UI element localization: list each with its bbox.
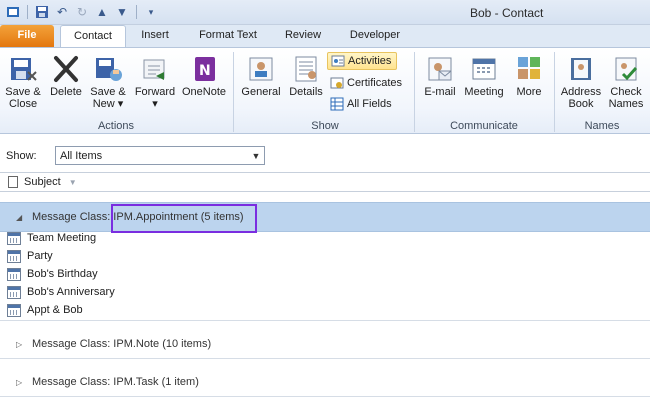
- save-close-button[interactable]: Save & Close: [4, 54, 42, 110]
- outlook-app-icon[interactable]: [4, 3, 22, 21]
- all-fields-button[interactable]: All Fields: [327, 95, 395, 113]
- save-icon[interactable]: [33, 3, 51, 21]
- appointment-icon: [7, 231, 21, 245]
- save-new-icon: [96, 58, 122, 81]
- qat-separator: [27, 5, 28, 19]
- email-icon: [428, 57, 452, 81]
- divider: [0, 358, 650, 359]
- list-item[interactable]: Party: [0, 247, 650, 265]
- document-icon: [8, 176, 18, 188]
- tab-insert[interactable]: Insert: [132, 25, 178, 47]
- onenote-icon: N: [195, 57, 215, 81]
- column-header[interactable]: Subject ▼: [0, 172, 650, 192]
- group-label-communicate: Communicate: [450, 120, 518, 132]
- qat-separator: [136, 5, 137, 19]
- ribbon-tabs: File Contact Insert Format Text Review D…: [0, 25, 650, 48]
- expand-triangle-icon[interactable]: ▷: [16, 378, 26, 387]
- window-title: Bob - Contact: [470, 6, 544, 20]
- appointment-icon: [7, 249, 21, 263]
- appointment-icon: [7, 303, 21, 317]
- list-item[interactable]: Bob's Anniversary: [0, 283, 650, 301]
- address-book-icon: [571, 58, 591, 80]
- save-new-button[interactable]: Save & New ▾: [88, 54, 128, 110]
- address-book-button[interactable]: Address Book: [558, 54, 604, 110]
- collapse-triangle-icon[interactable]: ◢: [16, 213, 26, 222]
- meeting-button[interactable]: Meeting: [460, 54, 508, 98]
- activities-button[interactable]: Activities: [327, 52, 397, 70]
- general-button[interactable]: General: [238, 54, 284, 98]
- show-label: Show:: [6, 150, 37, 162]
- group-header-task[interactable]: ▷ Message Class: IPM.Task (1 item): [0, 372, 650, 392]
- save-close-icon: [11, 58, 37, 81]
- certificates-icon: [330, 77, 344, 89]
- delete-x-icon: [54, 56, 78, 82]
- tab-contact[interactable]: Contact: [60, 25, 126, 48]
- check-names-icon: [615, 57, 638, 81]
- quick-access-toolbar: ↶ ↻ ▲ ▼ ▾: [4, 3, 160, 21]
- tab-format-text[interactable]: Format Text: [190, 25, 266, 47]
- svg-text:N: N: [199, 63, 211, 79]
- up-arrow-icon[interactable]: ▲: [93, 3, 111, 21]
- group-label: Message Class: IPM.Note (10 items): [32, 338, 212, 350]
- appointment-icon: [7, 285, 21, 299]
- forward-icon: [143, 59, 165, 80]
- meeting-calendar-icon: [472, 58, 496, 80]
- tab-file[interactable]: File: [0, 25, 54, 47]
- group-separator: [233, 52, 234, 132]
- all-fields-icon: [330, 97, 344, 111]
- group-header-appointment[interactable]: ◢ Message Class: IPM.Appointment (5 item…: [0, 202, 650, 232]
- divider: [0, 320, 650, 321]
- sort-arrow-icon[interactable]: ▼: [69, 178, 77, 187]
- tab-developer[interactable]: Developer: [340, 25, 410, 47]
- group-label: Message Class: IPM.Task (1 item): [32, 376, 199, 388]
- list-item[interactable]: Team Meeting: [0, 229, 650, 247]
- more-icon: [518, 57, 540, 79]
- title-bar: ↶ ↻ ▲ ▼ ▾ Bob - Contact: [0, 0, 650, 25]
- show-dropdown-value: All Items: [60, 149, 103, 162]
- customize-qat-icon[interactable]: ▾: [142, 3, 160, 21]
- group-label-names: Names: [584, 120, 620, 132]
- show-dropdown[interactable]: All Items ▼: [55, 146, 265, 165]
- activities-icon: [331, 55, 345, 67]
- group-label-show: Show: [311, 120, 339, 132]
- group-header-note[interactable]: ▷ Message Class: IPM.Note (10 items): [0, 334, 650, 354]
- check-names-button[interactable]: Check Names: [604, 54, 648, 110]
- list-item[interactable]: Appt & Bob: [0, 301, 650, 319]
- details-icon: [295, 56, 317, 82]
- divider: [0, 396, 650, 397]
- undo-icon[interactable]: ↶: [53, 3, 71, 21]
- onenote-button[interactable]: N OneNote: [180, 54, 228, 98]
- certificates-button[interactable]: Certificates: [327, 74, 405, 92]
- show-filter-bar: Show: All Items ▼: [0, 135, 650, 175]
- group-label: Message Class: IPM.Appointment (5 items): [32, 211, 244, 223]
- tab-review[interactable]: Review: [278, 25, 328, 47]
- more-button[interactable]: More: [512, 54, 546, 98]
- details-button[interactable]: Details: [286, 54, 326, 98]
- chevron-down-icon[interactable]: ▼: [248, 147, 264, 164]
- email-button[interactable]: E-mail: [420, 54, 460, 98]
- general-contact-icon: [249, 57, 273, 81]
- forward-button[interactable]: Forward ▾: [132, 54, 178, 110]
- down-arrow-icon[interactable]: ▼: [113, 3, 131, 21]
- redo-icon[interactable]: ↻: [73, 3, 91, 21]
- expand-triangle-icon[interactable]: ▷: [16, 340, 26, 349]
- group-label-actions: Actions: [97, 120, 135, 132]
- ribbon: Save & Close Delete Save & New ▾ Forward…: [0, 47, 650, 134]
- appointment-icon: [7, 267, 21, 281]
- delete-button[interactable]: Delete: [48, 54, 84, 98]
- subject-column-label: Subject: [24, 176, 61, 188]
- list-item[interactable]: Bob's Birthday: [0, 265, 650, 283]
